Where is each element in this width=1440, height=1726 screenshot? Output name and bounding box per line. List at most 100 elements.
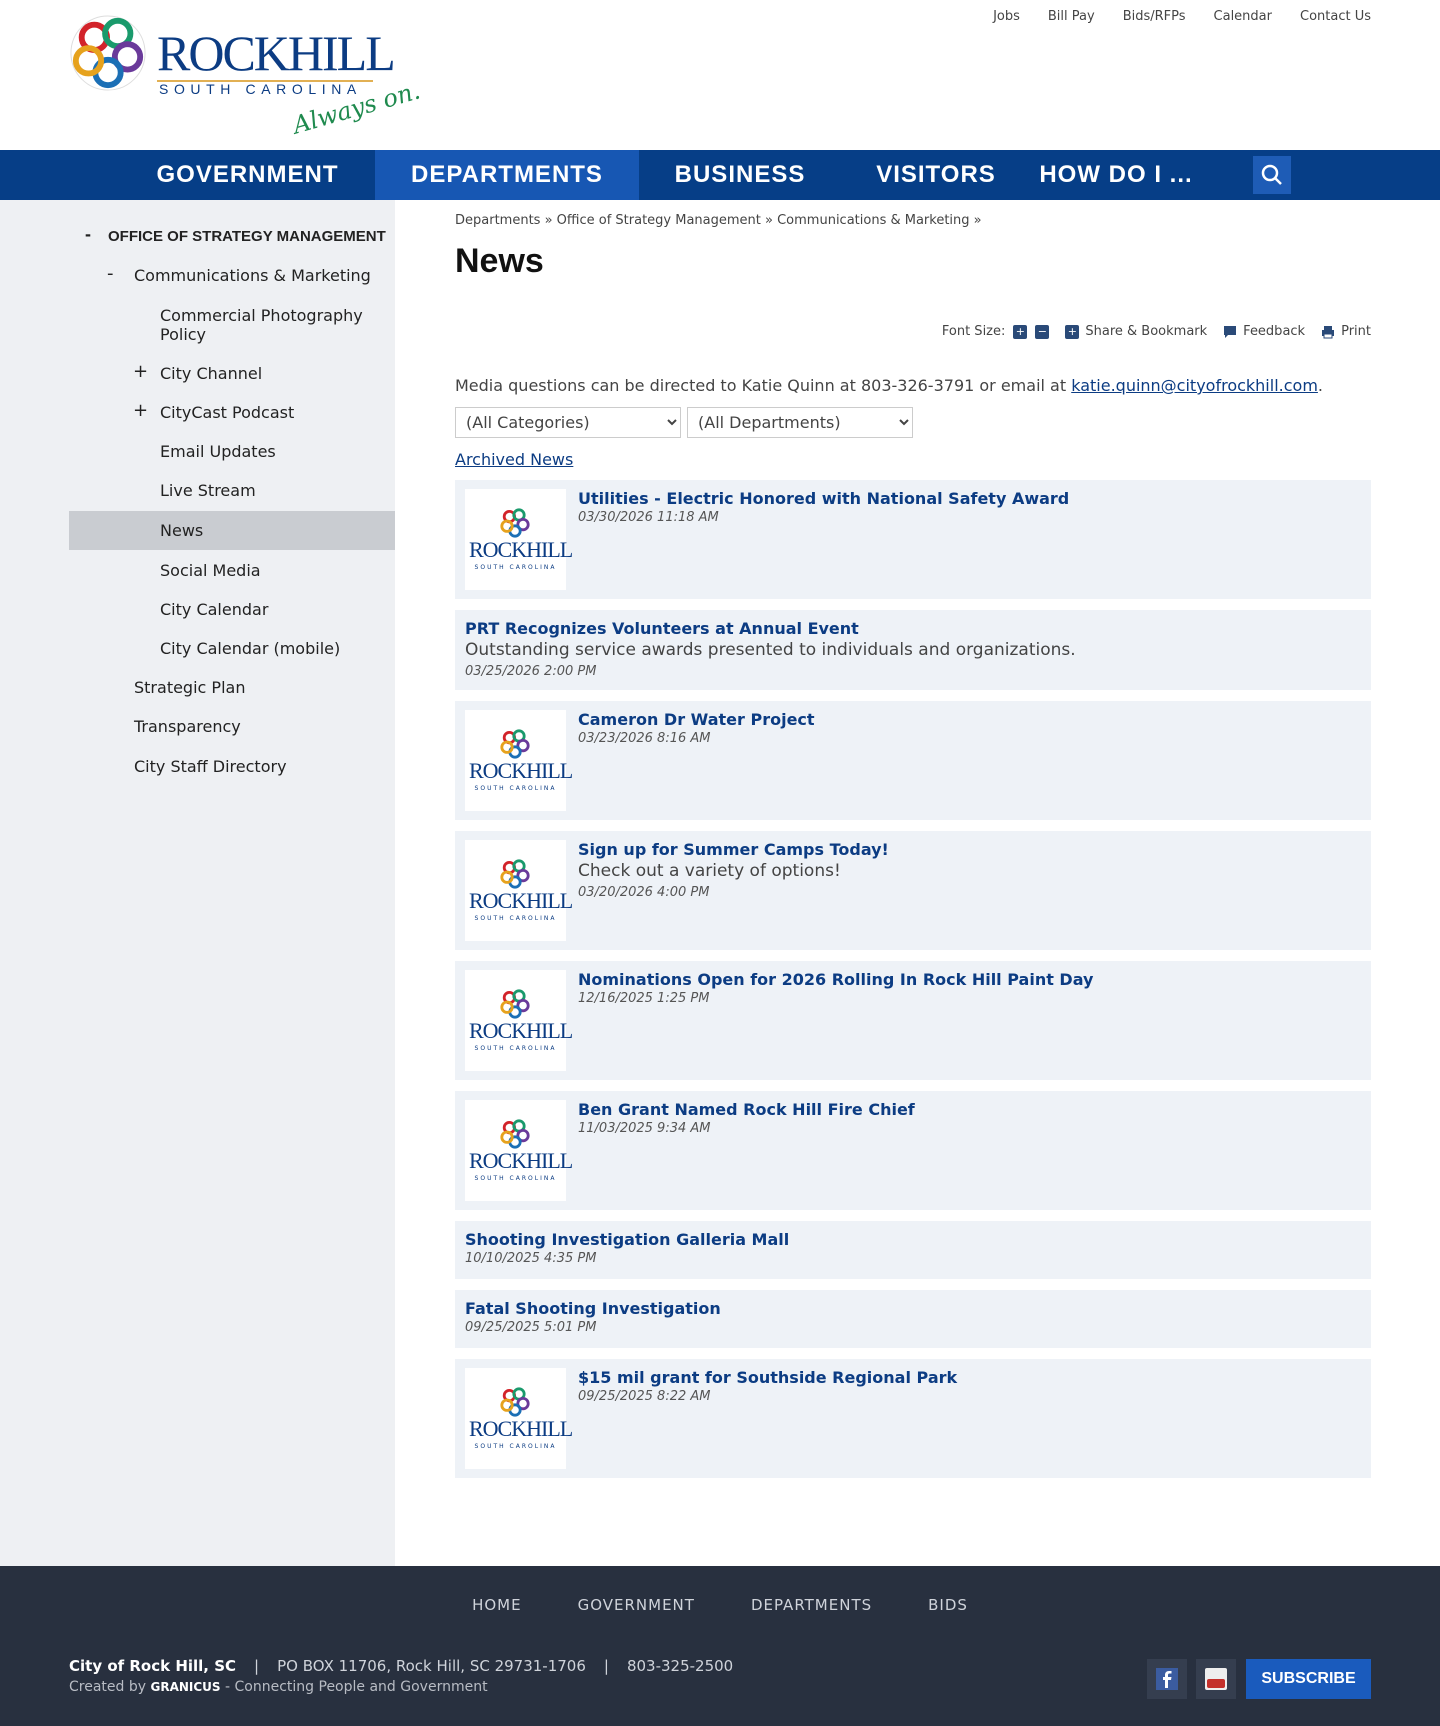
granicus-link[interactable]: GRANICUS — [150, 1680, 220, 1694]
news-date: 10/10/2025 4:35 PM — [465, 1251, 597, 1266]
sidebar-item-live-stream[interactable]: Live Stream — [69, 481, 395, 500]
sidebar-item-label: Live Stream — [160, 481, 256, 500]
share-bookmark-button[interactable]: + Share & Bookmark — [1065, 324, 1207, 339]
nav-business[interactable]: BUSINESS — [650, 150, 830, 200]
credit-tagline: - Connecting People and Government — [220, 1679, 488, 1695]
footer-link-home[interactable]: HOME — [472, 1596, 522, 1614]
news-item: Shooting Investigation Galleria Mall 10/1… — [455, 1221, 1371, 1279]
news-thumbnail[interactable]: ROCKHILL SOUTH CAROLINA — [465, 1100, 573, 1201]
thumb-logo-name: ROCKHILL — [469, 537, 573, 562]
news-title[interactable]: Cameron Dr Water Project — [578, 710, 815, 729]
subscribe-button[interactable]: SUBSCRIBE — [1246, 1659, 1371, 1699]
sidebar: - OFFICE OF STRATEGY MANAGEMENT - Communic… — [0, 200, 395, 1566]
site-logo[interactable]: ROCKHILL SOUTH CAROLINA Always on. — [69, 14, 429, 139]
nav-departments[interactable]: DEPARTMENTS — [375, 150, 639, 200]
news-item: Fatal Shooting Investigation 09/25/2025 5… — [455, 1290, 1371, 1348]
sidebar-item-label: News — [160, 521, 204, 540]
breadcrumb-communications[interactable]: Communications & Marketing — [777, 213, 969, 228]
search-button[interactable] — [1253, 156, 1291, 194]
email-link[interactable]: katie.quinn@cityofrockhill.com — [1071, 376, 1318, 395]
news-thumbnail[interactable]: ROCKHILL SOUTH CAROLINA — [465, 840, 573, 941]
sidebar-item-staff-directory[interactable]: City Staff Directory — [69, 757, 395, 776]
sidebar-item-citycast[interactable]: + CityCast Podcast — [69, 401, 395, 422]
link-calendar[interactable]: Calendar — [1214, 9, 1272, 24]
news-title[interactable]: Ben Grant Named Rock Hill Fire Chief — [578, 1100, 915, 1119]
news-title[interactable]: Sign up for Summer Camps Today! — [578, 840, 889, 859]
logo-name: ROCKHILL — [157, 25, 396, 81]
news-date: 03/30/2026 11:18 AM — [578, 510, 719, 525]
news-thumbnail[interactable]: ROCKHILL SOUTH CAROLINA — [465, 710, 573, 811]
feedback-button[interactable]: Feedback — [1223, 324, 1305, 339]
nav-government[interactable]: GOVERNMENT — [140, 150, 355, 200]
footer-info: City of Rock Hill, SC | PO BOX 11706, Rock… — [69, 1657, 734, 1675]
footer-credit: Created by GRANICUS - Connecting People … — [69, 1679, 488, 1695]
expand-icon[interactable]: + — [133, 401, 148, 420]
sidebar-item-transparency[interactable]: Transparency — [69, 717, 395, 736]
news-item: ROCKHILL SOUTH CAROLINA $15 mil grant for… — [455, 1359, 1371, 1478]
archived-news-link[interactable]: Archived News — [455, 450, 573, 469]
search-icon — [1261, 164, 1282, 185]
share-icon: + — [1065, 324, 1080, 339]
news-title[interactable]: PRT Recognizes Volunteers at Annual Even… — [465, 619, 859, 638]
news-title[interactable]: Nominations Open for 2026 Rolling In Roc… — [578, 970, 1093, 989]
news-thumbnail[interactable]: ROCKHILL SOUTH CAROLINA — [465, 1368, 573, 1469]
page-title: News — [455, 242, 544, 280]
collapse-icon[interactable]: - — [85, 225, 91, 244]
thumb-logo-name: ROCKHILL — [469, 1416, 573, 1441]
sidebar-heading[interactable]: - OFFICE OF STRATEGY MANAGEMENT — [69, 225, 395, 246]
news-body: Shooting Investigation Galleria Mall 10/1… — [465, 1230, 789, 1270]
link-bids[interactable]: Bids/RFPs — [1123, 9, 1186, 24]
link-bill-pay[interactable]: Bill Pay — [1048, 9, 1095, 24]
sidebar-item-photography-policy[interactable]: Commercial Photography Policy — [69, 306, 395, 344]
sidebar-item-city-channel[interactable]: + City Channel — [69, 362, 395, 383]
news-thumbnail[interactable]: ROCKHILL SOUTH CAROLINA — [465, 970, 573, 1071]
page-tools: Font Size: + − + Share & Bookmark Feedbac… — [942, 324, 1371, 339]
news-item: ROCKHILL SOUTH CAROLINA Cameron Dr Water … — [455, 701, 1371, 820]
font-increase-icon[interactable]: + — [1013, 324, 1028, 339]
sidebar-item-communications[interactable]: - Communications & Marketing — [69, 264, 395, 285]
collapse-icon[interactable]: - — [107, 264, 114, 283]
nav-how-do-i[interactable]: HOW DO I ... — [1030, 150, 1202, 200]
department-select[interactable]: (All Departments) — [687, 407, 913, 438]
media-end: . — [1317, 376, 1323, 395]
print-label: Print — [1341, 324, 1371, 339]
expand-icon[interactable]: + — [133, 362, 148, 381]
sidebar-item-social-media[interactable]: Social Media — [69, 561, 395, 580]
font-decrease-icon[interactable]: − — [1035, 324, 1050, 339]
news-title[interactable]: Shooting Investigation Galleria Mall — [465, 1230, 789, 1249]
print-button[interactable]: Print — [1321, 324, 1371, 339]
logo-flower-icon — [500, 508, 530, 538]
news-title[interactable]: $15 mil grant for Southside Regional Par… — [578, 1368, 957, 1387]
sidebar-item-city-calendar[interactable]: City Calendar — [69, 600, 395, 619]
font-size-label: Font Size: — [941, 324, 1006, 339]
filters: (All Categories) (All Departments) — [455, 407, 913, 438]
sidebar-item-label: CityCast Podcast — [160, 403, 295, 422]
logo-state: SOUTH CAROLINA — [159, 81, 362, 97]
youtube-button[interactable] — [1196, 1659, 1236, 1699]
sidebar-item-label: City Calendar (mobile) — [160, 639, 341, 658]
news-title[interactable]: Fatal Shooting Investigation — [465, 1299, 721, 1318]
logo-flower-icon — [500, 859, 530, 889]
comment-icon — [1224, 325, 1237, 338]
footer-link-bids[interactable]: BIDS — [928, 1596, 968, 1614]
sidebar-item-email-updates[interactable]: Email Updates — [69, 442, 395, 461]
sidebar-heading-label: OFFICE OF STRATEGY MANAGEMENT — [108, 228, 386, 245]
share-label: Share & Bookmark — [1085, 324, 1208, 339]
breadcrumb-departments[interactable]: Departments — [455, 213, 540, 228]
sidebar-item-news[interactable]: News — [69, 511, 395, 550]
sidebar-item-strategic-plan[interactable]: Strategic Plan — [69, 678, 395, 697]
link-contact[interactable]: Contact Us — [1300, 9, 1371, 24]
breadcrumb-strategy[interactable]: Office of Strategy Management — [557, 213, 761, 228]
footer-link-departments[interactable]: DEPARTMENTS — [751, 1596, 872, 1614]
news-title[interactable]: Utilities - Electric Honored with Nation… — [578, 489, 1069, 508]
footer: HOME GOVERNMENT DEPARTMENTS BIDS City of… — [0, 1566, 1440, 1726]
category-select[interactable]: (All Categories) — [455, 407, 681, 438]
facebook-button[interactable] — [1147, 1659, 1187, 1699]
link-jobs[interactable]: Jobs — [993, 9, 1020, 24]
news-thumbnail[interactable]: ROCKHILL SOUTH CAROLINA — [465, 489, 573, 590]
footer-link-government[interactable]: GOVERNMENT — [578, 1596, 695, 1614]
sidebar-item-city-calendar-mobile[interactable]: City Calendar (mobile) — [69, 639, 395, 658]
news-item: ROCKHILL SOUTH CAROLINA Nominations Open … — [455, 961, 1371, 1080]
logo-flower-icon — [500, 989, 530, 1019]
nav-visitors[interactable]: VISITORS — [850, 150, 1022, 200]
